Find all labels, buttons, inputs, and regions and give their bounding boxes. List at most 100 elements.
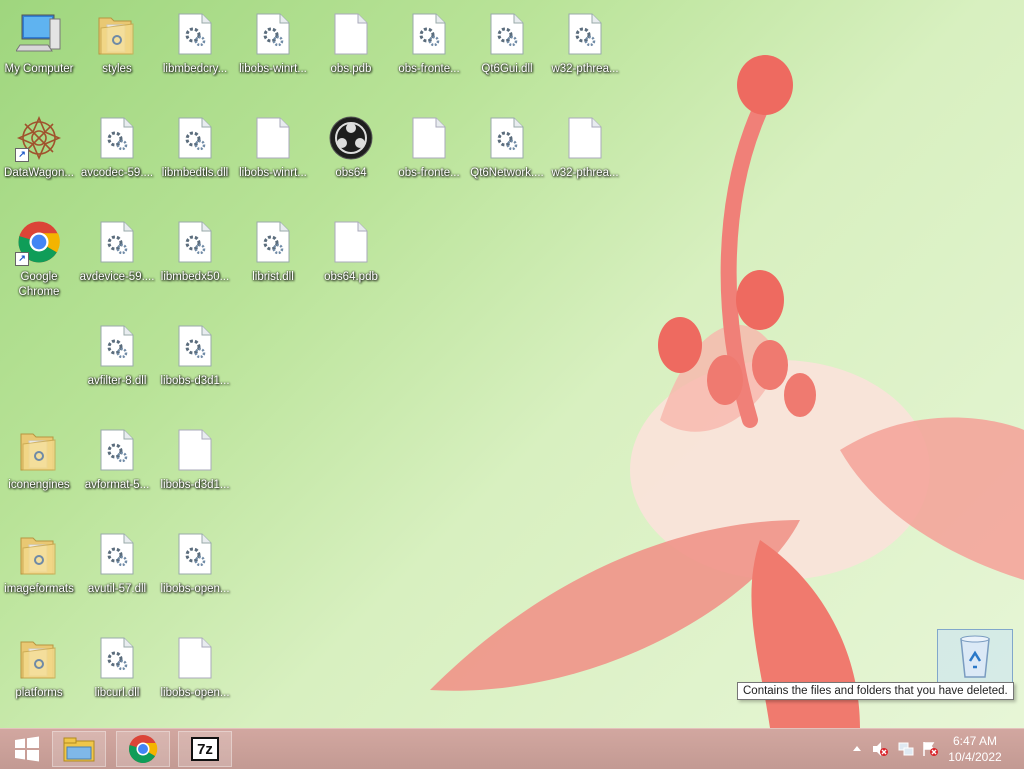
desktop-icon-datawagon[interactable]: ↗ DataWagon... <box>0 104 78 204</box>
desktop-icon-label: imageformats <box>4 583 74 595</box>
dll-file-icon <box>412 13 446 55</box>
desktop-icon-label: librist.dll <box>252 271 294 283</box>
desktop-icon-dll[interactable]: libmbedtls.dll <box>156 104 234 204</box>
desktop-icon-dll[interactable]: Qt6Network.... <box>468 104 546 204</box>
desktop-icon-dll[interactable]: w32-pthrea... <box>546 0 624 100</box>
desktop-icon-dll[interactable]: libcurl.dll <box>78 624 156 724</box>
desktop-icon-folder[interactable]: platforms <box>0 624 78 724</box>
taskbar-7zip[interactable]: 7z <box>178 731 232 767</box>
dll-file-icon <box>100 117 134 159</box>
desktop-icon-label: Qt6Network.... <box>470 167 544 179</box>
desktop-icon-file[interactable]: obs-fronte... <box>390 104 468 204</box>
shortcut-arrow-icon: ↗ <box>15 252 29 266</box>
start-button[interactable] <box>0 731 54 767</box>
desktop-icon-dll[interactable]: Qt6Gui.dll <box>468 0 546 100</box>
desktop-icon-label: styles <box>102 63 132 75</box>
desktop-icon-file[interactable]: libobs-d3d1... <box>156 416 234 516</box>
speaker-muted-icon[interactable] <box>872 741 888 757</box>
desktop-icon-folder[interactable]: iconengines <box>0 416 78 516</box>
folder-icon <box>98 17 134 55</box>
desktop-icon-image: ↗ <box>15 218 63 266</box>
desktop-icon-label: platforms <box>15 687 63 699</box>
desktop-icon-dll[interactable]: libmbedx50... <box>156 208 234 308</box>
dll-file-icon <box>178 533 212 575</box>
desktop-icon-label: obs-fronte... <box>398 63 460 75</box>
desktop-icon-folder[interactable]: styles <box>78 0 156 100</box>
dll-file-icon <box>100 429 134 471</box>
desktop-icon-dll[interactable]: libobs-winrt... <box>234 0 312 100</box>
desktop-icon-dll[interactable]: librist.dll <box>234 208 312 308</box>
desktop-icon-file[interactable]: w32-pthrea... <box>546 104 624 204</box>
dll-file-icon <box>178 221 212 263</box>
desktop-icon-image <box>93 530 141 578</box>
network-icon[interactable] <box>898 741 914 757</box>
desktop-icon-dll[interactable]: obs-fronte... <box>390 0 468 100</box>
desktop-icon-image <box>171 10 219 58</box>
desktop-icon-image <box>405 10 453 58</box>
folder-icon <box>20 433 56 471</box>
folder-icon <box>20 537 56 575</box>
desktop-icon-file[interactable]: libobs-winrt... <box>234 104 312 204</box>
desktop-icon-dll[interactable]: avfilter-8.dll <box>78 312 156 412</box>
desktop-icon-dll[interactable]: libobs-d3d1... <box>156 312 234 412</box>
desktop-icon-computer[interactable]: My Computer <box>0 0 78 100</box>
desktop-icon-file[interactable]: libobs-open... <box>156 624 234 724</box>
desktop-icon-image <box>15 634 63 682</box>
desktop-icon-dll[interactable]: avformat-5... <box>78 416 156 516</box>
desktop-icon-label: obs64.pdb <box>324 271 378 283</box>
action-center-flag-icon[interactable] <box>922 741 938 757</box>
dll-file-icon <box>490 13 524 55</box>
desktop-icon-image <box>249 218 297 266</box>
desktop-icon-image <box>483 10 531 58</box>
desktop-icon-image <box>249 114 297 162</box>
7zip-icon: 7z <box>191 737 219 761</box>
desktop-icon-image <box>249 10 297 58</box>
desktop-icon-obs[interactable]: obs64 <box>312 104 390 204</box>
desktop-icon-label: avutil-57.dll <box>87 583 147 595</box>
dll-file-icon <box>100 637 134 679</box>
desktop-icon-dll[interactable]: avutil-57.dll <box>78 520 156 620</box>
desktop-icon-file[interactable]: obs64.pdb <box>312 208 390 308</box>
dll-file-icon <box>490 117 524 159</box>
obs-studio-icon <box>329 116 373 160</box>
desktop-icon-image <box>483 114 531 162</box>
desktop-icon-label: obs.pdb <box>330 63 372 75</box>
desktop-icon-label: My Computer <box>4 63 74 75</box>
desktop-icon-label: libcurl.dll <box>94 687 140 699</box>
blank-file-icon <box>412 117 446 159</box>
my-computer-icon <box>16 14 61 52</box>
taskbar-chrome[interactable] <box>116 731 170 767</box>
taskbar-file-explorer[interactable] <box>52 731 106 767</box>
desktop-icon-image <box>405 114 453 162</box>
desktop-icon-file[interactable]: obs.pdb <box>312 0 390 100</box>
desktop-icon-label: w32-pthrea... <box>551 167 619 179</box>
desktop-icon-image <box>93 634 141 682</box>
desktop-icon-dll[interactable]: libobs-open... <box>156 520 234 620</box>
desktop-icon-image <box>93 218 141 266</box>
show-hidden-icons-icon[interactable] <box>852 744 862 754</box>
desktop-icon-dll[interactable]: libmbedcry... <box>156 0 234 100</box>
blank-file-icon <box>568 117 602 159</box>
recycle-bin[interactable] <box>937 629 1013 683</box>
recycle-bin-icon <box>960 635 990 678</box>
desktop-icon-label: libmbedtls.dll <box>161 167 229 179</box>
taskbar-clock[interactable]: 6:47 AM 10/4/2022 <box>940 733 1010 765</box>
desktop-icon-dll[interactable]: avdevice-59.... <box>78 208 156 308</box>
desktop-icon-image <box>15 426 63 474</box>
desktop-icon-chrome[interactable]: ↗ Google Chrome <box>0 208 78 308</box>
desktop-icon-image <box>171 530 219 578</box>
desktop-icon-label: avdevice-59.... <box>79 271 155 283</box>
desktop-icon-image <box>171 426 219 474</box>
dll-file-icon <box>568 13 602 55</box>
desktop-icon-label: avcodec-59.... <box>80 167 154 179</box>
desktop-icon-image <box>561 10 609 58</box>
blank-file-icon <box>334 221 368 263</box>
dll-file-icon <box>256 221 290 263</box>
desktop-icon-image: ↗ <box>15 114 63 162</box>
desktop-icon-label: w32-pthrea... <box>551 63 619 75</box>
desktop-icon-folder[interactable]: imageformats <box>0 520 78 620</box>
desktop-icon-dll[interactable]: avcodec-59.... <box>78 104 156 204</box>
clock-date: 10/4/2022 <box>948 750 1002 764</box>
desktop-icon-image <box>327 10 375 58</box>
dll-file-icon <box>100 325 134 367</box>
